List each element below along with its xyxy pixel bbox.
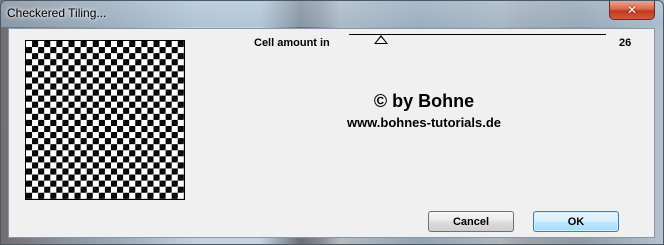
window-title: Checkered Tiling... [7,6,107,20]
close-icon: ✕ [626,3,638,17]
close-button[interactable]: ✕ [609,1,655,20]
title-bar[interactable]: Checkered Tiling... ✕ [1,1,663,27]
checkered-tiling-dialog: Checkered Tiling... ✕ Cell amount in 26 … [0,0,664,245]
cell-amount-value[interactable]: 26 [619,37,631,49]
cancel-button[interactable]: Cancel [428,211,514,232]
ok-button[interactable]: OK [533,211,619,232]
dialog-client-area: Cell amount in 26 © by Bohne www.bohnes-… [8,28,655,238]
copyright-text: © by Bohne [373,91,475,111]
triangle-up-icon[interactable] [374,35,389,44]
checkerboard-preview [25,40,185,200]
cell-amount-label: Cell amount in [254,37,330,49]
website-text: www.bohnes-tutorials.de [346,115,502,130]
